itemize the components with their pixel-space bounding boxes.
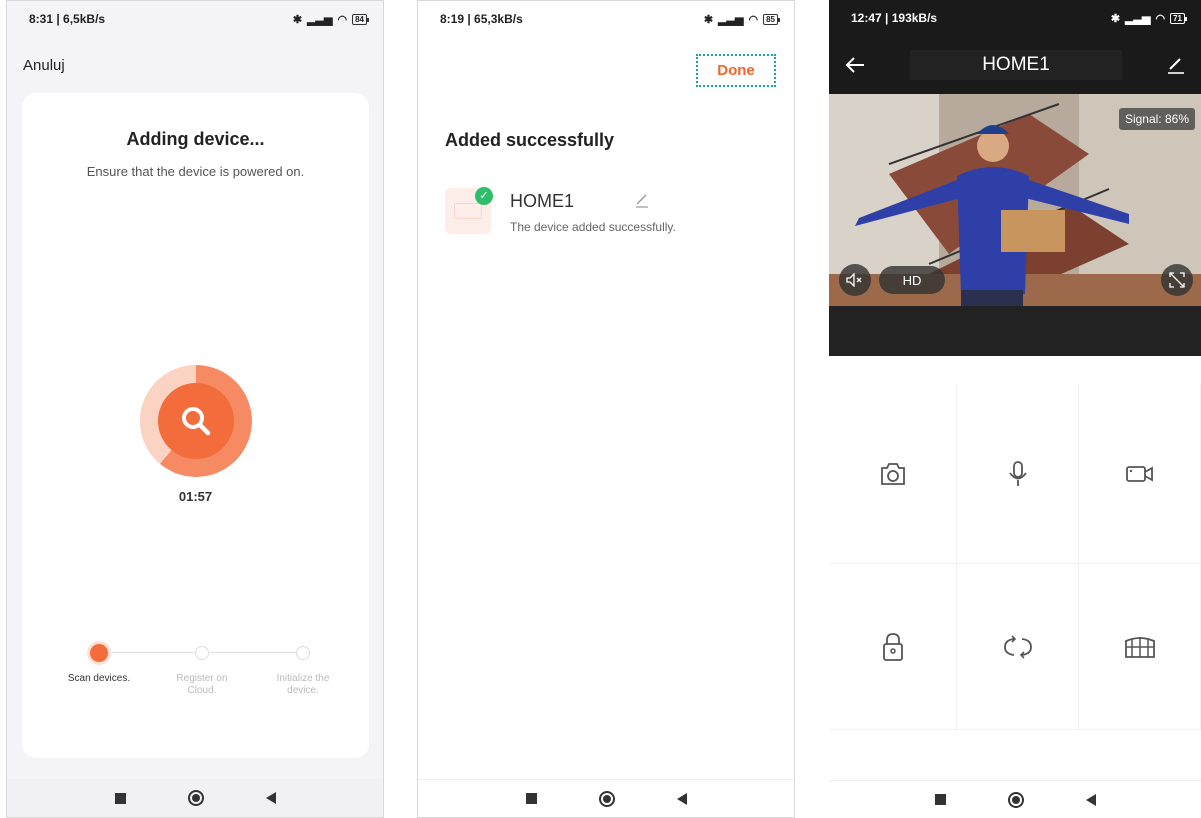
status-bar: 8:31 | 6,5kB/s ✱ ▂▃▅ ◠ 84 bbox=[7, 1, 383, 37]
quality-toggle-button[interactable]: HD bbox=[879, 266, 945, 294]
signal-strength-badge: Signal: 86% bbox=[1118, 108, 1195, 130]
video-record-icon bbox=[1125, 465, 1153, 482]
gate-button[interactable] bbox=[1079, 564, 1201, 730]
lock-icon bbox=[882, 632, 903, 661]
status-icons: ✱ ▂▃▅ ◠ 84 bbox=[292, 13, 369, 26]
step-scan-dot bbox=[90, 644, 108, 662]
back-button[interactable] bbox=[265, 792, 276, 804]
talk-button[interactable] bbox=[957, 384, 1079, 564]
cloud-icon bbox=[195, 646, 209, 660]
home-button[interactable] bbox=[1007, 791, 1024, 808]
status-icons: ✱ ▂▃▅ ◠ 85 bbox=[703, 13, 780, 26]
home-button[interactable] bbox=[598, 790, 615, 807]
initialize-icon bbox=[296, 646, 310, 660]
fullscreen-icon bbox=[1169, 272, 1185, 288]
added-successfully-screen: 8:19 | 65,3kB/s ✱ ▂▃▅ ◠ 85 Done Added su… bbox=[417, 0, 795, 818]
back-button[interactable] bbox=[1085, 793, 1096, 806]
status-bar: 8:19 | 65,3kB/s ✱ ▂▃▅ ◠ 85 bbox=[418, 1, 794, 37]
unlock-button[interactable] bbox=[829, 564, 957, 730]
page-title: Adding device... bbox=[126, 129, 265, 149]
fullscreen-button[interactable] bbox=[1161, 264, 1193, 296]
subtitle: Ensure that the device is powered on. bbox=[86, 164, 305, 179]
wifi-icon: ◠ bbox=[337, 13, 348, 26]
countdown-timer: 01:57 bbox=[178, 489, 213, 504]
status-time: 8:19 | 65,3kB/s bbox=[440, 12, 523, 26]
progress-steps: Scan devices. Register on Cloud. Initial… bbox=[22, 641, 369, 701]
system-nav-bar bbox=[418, 779, 794, 817]
recents-button[interactable] bbox=[525, 793, 537, 804]
back-button[interactable] bbox=[676, 792, 687, 805]
status-time: 12:47 | 193kB/s bbox=[851, 11, 938, 25]
wifi-icon: ◠ bbox=[748, 13, 759, 26]
status-icons: ✱ ▂▃▅ ◠ 71 bbox=[1110, 12, 1187, 25]
system-nav-bar bbox=[829, 780, 1201, 818]
signal-icon: ▂▃▅ bbox=[307, 13, 333, 26]
search-icon bbox=[158, 383, 234, 459]
snapshot-button[interactable] bbox=[829, 384, 957, 564]
bluetooth-icon: ✱ bbox=[292, 13, 303, 26]
battery-icon: 84 bbox=[352, 13, 369, 25]
rotate-icon bbox=[1003, 634, 1032, 659]
control-grid bbox=[829, 384, 1201, 730]
adding-device-screen: 8:31 | 6,5kB/s ✱ ▂▃▅ ◠ 84 Anuluj Adding … bbox=[6, 0, 384, 818]
device-title: HOME1 bbox=[910, 50, 1122, 80]
signal-icon: ▂▃▅ bbox=[718, 13, 744, 26]
step-connector bbox=[210, 652, 296, 653]
step-label-scan: Scan devices. bbox=[67, 673, 131, 684]
step-label-initialize: Initialize the device. bbox=[276, 673, 330, 696]
rotate-button[interactable] bbox=[957, 564, 1079, 730]
wifi-icon: ◠ bbox=[1155, 12, 1166, 25]
battery-icon: 85 bbox=[763, 13, 780, 25]
device-name: HOME1 bbox=[510, 191, 575, 211]
video-bottom-bar bbox=[829, 306, 1201, 356]
page-title: Added successfully bbox=[445, 130, 615, 150]
camera-icon bbox=[880, 462, 905, 485]
step-label-register: Register on Cloud. bbox=[176, 673, 228, 696]
bluetooth-icon: ✱ bbox=[703, 13, 714, 26]
edit-icon[interactable] bbox=[1167, 56, 1185, 74]
monitor-icon bbox=[454, 203, 482, 219]
status-bar: 12:47 | 193kB/s ✱ ▂▃▅ ◠ 71 bbox=[829, 0, 1201, 36]
back-arrow-icon[interactable] bbox=[845, 57, 865, 73]
app-header: HOME1 bbox=[829, 36, 1201, 94]
checkmark-icon: ✓ bbox=[475, 187, 493, 205]
done-button[interactable]: Done bbox=[696, 54, 776, 87]
gate-icon bbox=[1124, 636, 1155, 658]
device-status-text: The device added successfully. bbox=[510, 220, 676, 234]
bluetooth-icon: ✱ bbox=[1110, 12, 1121, 25]
record-button[interactable] bbox=[1079, 384, 1201, 564]
edit-icon[interactable] bbox=[635, 192, 649, 208]
speaker-mute-icon bbox=[846, 273, 862, 287]
signal-icon: ▂▃▅ bbox=[1125, 12, 1151, 25]
status-time: 8:31 | 6,5kB/s bbox=[29, 12, 106, 26]
recents-button[interactable] bbox=[114, 792, 126, 804]
battery-icon: 71 bbox=[1170, 12, 1187, 24]
system-nav-bar bbox=[7, 779, 383, 817]
search-progress-indicator bbox=[140, 365, 252, 477]
recents-button[interactable] bbox=[934, 794, 946, 805]
cancel-button[interactable]: Anuluj bbox=[23, 57, 65, 74]
adding-card: Adding device... Ensure that the device … bbox=[22, 93, 369, 758]
home-button[interactable] bbox=[187, 790, 204, 806]
step-connector bbox=[108, 652, 194, 653]
camera-live-screen: 12:47 | 193kB/s ✱ ▂▃▅ ◠ 71 HOME1 Signal:… bbox=[829, 0, 1201, 818]
mute-button[interactable] bbox=[839, 264, 871, 296]
microphone-icon bbox=[1008, 460, 1027, 486]
